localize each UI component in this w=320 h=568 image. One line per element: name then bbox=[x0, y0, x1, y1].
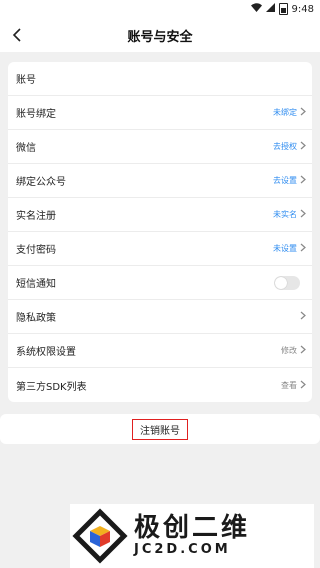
settings-row-value: 查看 bbox=[281, 380, 297, 390]
settings-row-value: 未绑定 bbox=[273, 108, 297, 117]
settings-row-value: 去设置 bbox=[273, 176, 297, 185]
cancel-account-button[interactable]: 注销账号 bbox=[132, 418, 188, 440]
settings-row-label: 实名注册 bbox=[16, 211, 56, 222]
settings-row-value: 未实名 bbox=[273, 210, 297, 219]
chevron-left-icon[interactable] bbox=[6, 18, 28, 52]
settings-row-right: 未绑定 bbox=[273, 107, 306, 118]
settings-row[interactable]: 系统权限设置 修改 bbox=[8, 334, 312, 368]
settings-row-label: 账号绑定 bbox=[16, 109, 56, 120]
settings-row-right: 未实名 bbox=[273, 209, 306, 220]
watermark-subtitle: JC2D.COM bbox=[134, 542, 231, 558]
settings-row[interactable]: 隐私政策 bbox=[8, 300, 312, 334]
settings-list: 账号账号绑定 未绑定微信 去授权绑定公众号 去设置实名注册 未实名支付密码 未设置短信通知… bbox=[8, 62, 312, 402]
page-title: 账号与安全 bbox=[127, 29, 193, 45]
settings-row-label: 绑定公众号 bbox=[16, 177, 66, 188]
settings-row-right bbox=[274, 275, 306, 290]
settings-row-label: 第三方SDK列表 bbox=[16, 381, 87, 393]
settings-row-label: 系统权限设置 bbox=[16, 347, 76, 358]
watermark: 极创二维 JC2D.COM bbox=[70, 504, 314, 568]
settings-row-label: 隐私政策 bbox=[16, 313, 56, 324]
settings-row-label: 账号 bbox=[16, 75, 36, 86]
settings-row-right: 修改 bbox=[281, 345, 306, 356]
watermark-logo-icon bbox=[70, 506, 130, 566]
signal-icon bbox=[265, 3, 275, 15]
chevron-right-icon bbox=[300, 141, 306, 152]
settings-row-label: 微信 bbox=[16, 143, 36, 154]
settings-row[interactable]: 绑定公众号 去设置 bbox=[8, 164, 312, 198]
chevron-right-icon bbox=[300, 380, 306, 391]
watermark-title: 极创二维 bbox=[134, 512, 251, 543]
settings-row[interactable]: 账号 bbox=[8, 62, 312, 96]
settings-row-value: 修改 bbox=[281, 346, 297, 355]
settings-row[interactable]: 账号绑定 未绑定 bbox=[8, 96, 312, 130]
wifi-icon bbox=[250, 3, 262, 15]
battery-icon bbox=[278, 3, 288, 15]
toggle-knob bbox=[275, 276, 287, 289]
settings-row-right: 去授权 bbox=[273, 141, 306, 152]
settings-row-right bbox=[300, 311, 306, 322]
settings-row[interactable]: 实名注册 未实名 bbox=[8, 198, 312, 232]
settings-row-right: 去设置 bbox=[273, 175, 306, 186]
settings-row[interactable]: 短信通知 bbox=[8, 266, 312, 300]
settings-row[interactable]: 第三方SDK列表 查看 bbox=[8, 368, 312, 402]
chevron-right-icon bbox=[300, 311, 306, 322]
settings-row-value: 去授权 bbox=[273, 142, 297, 151]
chevron-right-icon bbox=[300, 243, 306, 254]
cancel-account-row[interactable]: 注销账号 bbox=[0, 414, 320, 444]
settings-row-right: 查看 bbox=[281, 380, 306, 391]
sms-notification-toggle[interactable] bbox=[274, 275, 300, 290]
settings-row[interactable]: 支付密码 未设置 bbox=[8, 232, 312, 266]
chevron-right-icon bbox=[300, 175, 306, 186]
settings-row-right: 未设置 bbox=[273, 243, 306, 254]
settings-row-label: 短信通知 bbox=[16, 279, 56, 290]
status-bar: 9:48 bbox=[0, 0, 320, 18]
settings-row-value: 未设置 bbox=[273, 244, 297, 253]
settings-row-label: 支付密码 bbox=[16, 245, 56, 256]
chevron-right-icon bbox=[300, 345, 306, 356]
chevron-right-icon bbox=[300, 209, 306, 220]
chevron-right-icon bbox=[300, 107, 306, 118]
settings-row[interactable]: 微信 去授权 bbox=[8, 130, 312, 164]
status-time: 9:48 bbox=[291, 3, 314, 15]
app-bar: 账号与安全 bbox=[0, 18, 320, 52]
